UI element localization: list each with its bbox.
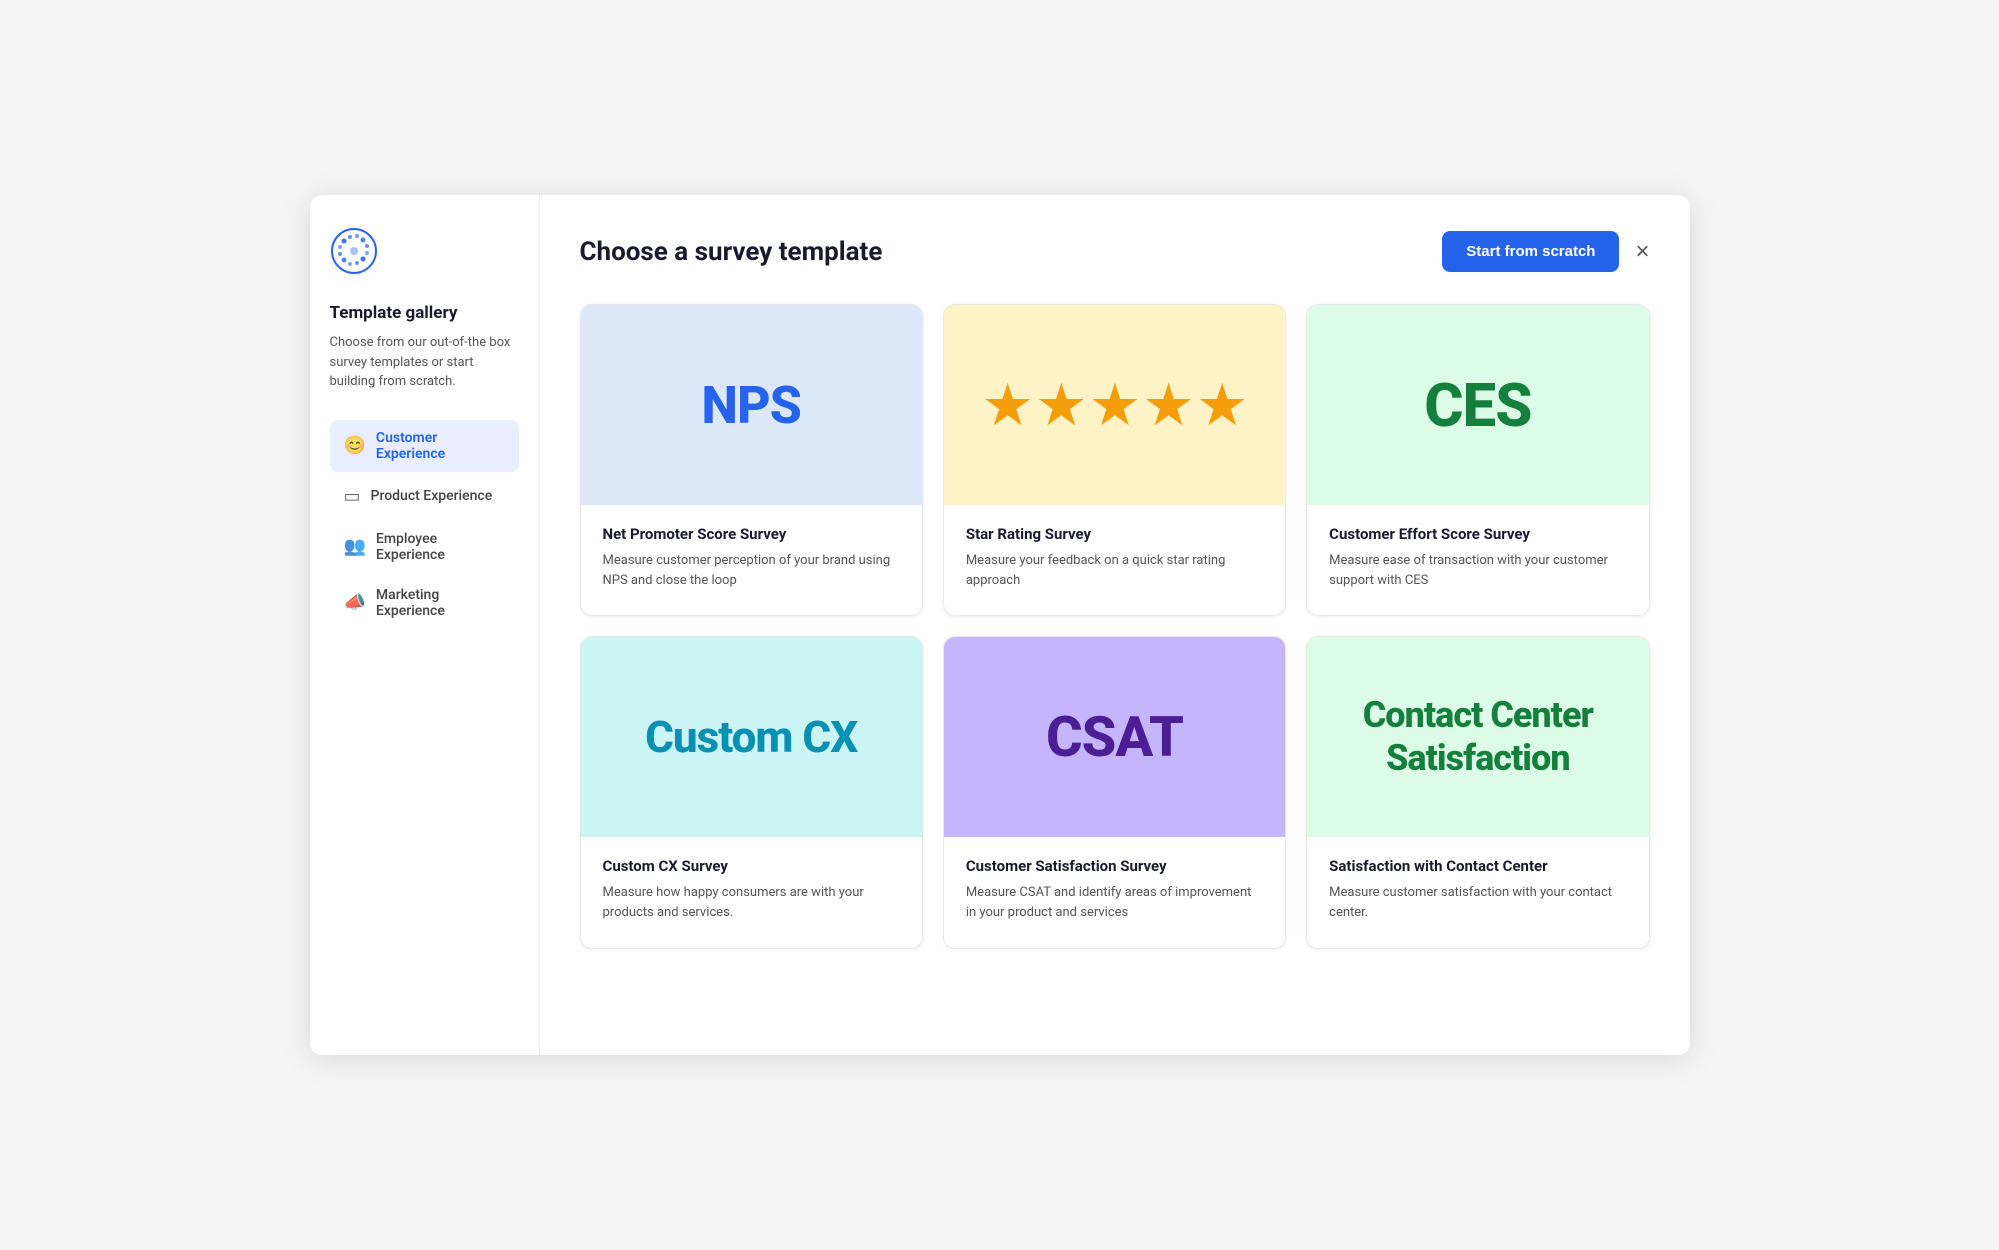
star-2-icon: ★ <box>1038 375 1084 436</box>
sidebar-title: Template gallery <box>330 303 519 323</box>
nps-description: Measure customer perception of your bran… <box>603 551 900 591</box>
nps-card-body: Net Promoter Score Survey Measure custom… <box>581 505 922 615</box>
header-actions: Start from scratch × <box>1442 231 1649 272</box>
main-header: Choose a survey template Start from scra… <box>580 231 1650 272</box>
custom-cx-card[interactable]: Custom CX Custom CX Survey Measure how h… <box>580 636 923 948</box>
contact-preview: Contact Center Satisfaction <box>1307 637 1648 837</box>
megaphone-icon: 📣 <box>344 592 366 613</box>
sidebar-item-product-experience[interactable]: ▭ Product Experience <box>330 476 519 517</box>
nps-preview: NPS <box>581 305 922 505</box>
nps-preview-text: NPS <box>701 375 801 436</box>
people-icon: 👥 <box>344 536 366 557</box>
contact-preview-text: Contact Center Satisfaction <box>1323 694 1632 780</box>
custom-cx-preview: Custom CX <box>581 637 922 837</box>
sidebar-item-label: Product Experience <box>371 488 493 504</box>
modal: Template gallery Choose from our out-of-… <box>310 195 1690 1055</box>
contact-center-card[interactable]: Contact Center Satisfaction Satisfaction… <box>1306 636 1649 948</box>
custom-cx-title: Custom CX Survey <box>603 857 900 875</box>
custom-cx-preview-text: Custom CX <box>645 711 857 763</box>
csat-title: Customer Satisfaction Survey <box>966 857 1263 875</box>
csat-card-body: Customer Satisfaction Survey Measure CSA… <box>944 837 1285 947</box>
contact-title: Satisfaction with Contact Center <box>1329 857 1626 875</box>
ces-description: Measure ease of transaction with your cu… <box>1329 551 1626 591</box>
csat-preview-text: CSAT <box>1046 704 1183 770</box>
main-content: Choose a survey template Start from scra… <box>540 195 1690 1055</box>
ces-preview: CES <box>1307 305 1648 505</box>
ces-preview-text: CES <box>1424 370 1531 441</box>
sidebar-item-label: Employee Experience <box>376 531 505 563</box>
star-title: Star Rating Survey <box>966 525 1263 543</box>
star-preview: ★ ★ ★ ★ ★ <box>944 305 1285 505</box>
star-row: ★ ★ ★ ★ ★ <box>984 375 1244 436</box>
star-3-icon: ★ <box>1092 375 1138 436</box>
template-grid: NPS Net Promoter Score Survey Measure cu… <box>580 304 1650 949</box>
sidebar: Template gallery Choose from our out-of-… <box>310 195 540 1055</box>
star-1-icon: ★ <box>984 375 1030 436</box>
star-description: Measure your feedback on a quick star ra… <box>966 551 1263 591</box>
sidebar-item-marketing-experience[interactable]: 📣 Marketing Experience <box>330 577 519 629</box>
sidebar-item-customer-experience[interactable]: 😊 Customer Experience <box>330 420 519 472</box>
custom-cx-card-body: Custom CX Survey Measure how happy consu… <box>581 837 922 947</box>
star-card-body: Star Rating Survey Measure your feedback… <box>944 505 1285 615</box>
star-4-icon: ★ <box>1145 375 1191 436</box>
smiley-icon: 😊 <box>344 435 366 456</box>
page-title: Choose a survey template <box>580 237 883 267</box>
sidebar-description: Choose from our out-of-the box survey te… <box>330 333 519 392</box>
ces-card-body: Customer Effort Score Survey Measure eas… <box>1307 505 1648 615</box>
sidebar-item-label: Marketing Experience <box>376 587 505 619</box>
custom-cx-description: Measure how happy consumers are with you… <box>603 883 900 923</box>
start-from-scratch-button[interactable]: Start from scratch <box>1442 231 1619 272</box>
sidebar-item-employee-experience[interactable]: 👥 Employee Experience <box>330 521 519 573</box>
close-button[interactable]: × <box>1635 238 1649 266</box>
ces-title: Customer Effort Score Survey <box>1329 525 1626 543</box>
sidebar-item-label: Customer Experience <box>376 430 505 462</box>
sidebar-nav: 😊 Customer Experience ▭ Product Experien… <box>330 420 519 629</box>
logo <box>330 227 378 275</box>
ces-card[interactable]: CES Customer Effort Score Survey Measure… <box>1306 304 1649 616</box>
star-5-icon: ★ <box>1199 375 1245 436</box>
nps-card[interactable]: NPS Net Promoter Score Survey Measure cu… <box>580 304 923 616</box>
csat-description: Measure CSAT and identify areas of impro… <box>966 883 1263 923</box>
star-rating-card[interactable]: ★ ★ ★ ★ ★ Star Rating Survey Measure you… <box>943 304 1286 616</box>
nps-title: Net Promoter Score Survey <box>603 525 900 543</box>
csat-preview: CSAT <box>944 637 1285 837</box>
contact-description: Measure customer satisfaction with your … <box>1329 883 1626 923</box>
product-icon: ▭ <box>344 486 361 507</box>
csat-card[interactable]: CSAT Customer Satisfaction Survey Measur… <box>943 636 1286 948</box>
contact-card-body: Satisfaction with Contact Center Measure… <box>1307 837 1648 947</box>
